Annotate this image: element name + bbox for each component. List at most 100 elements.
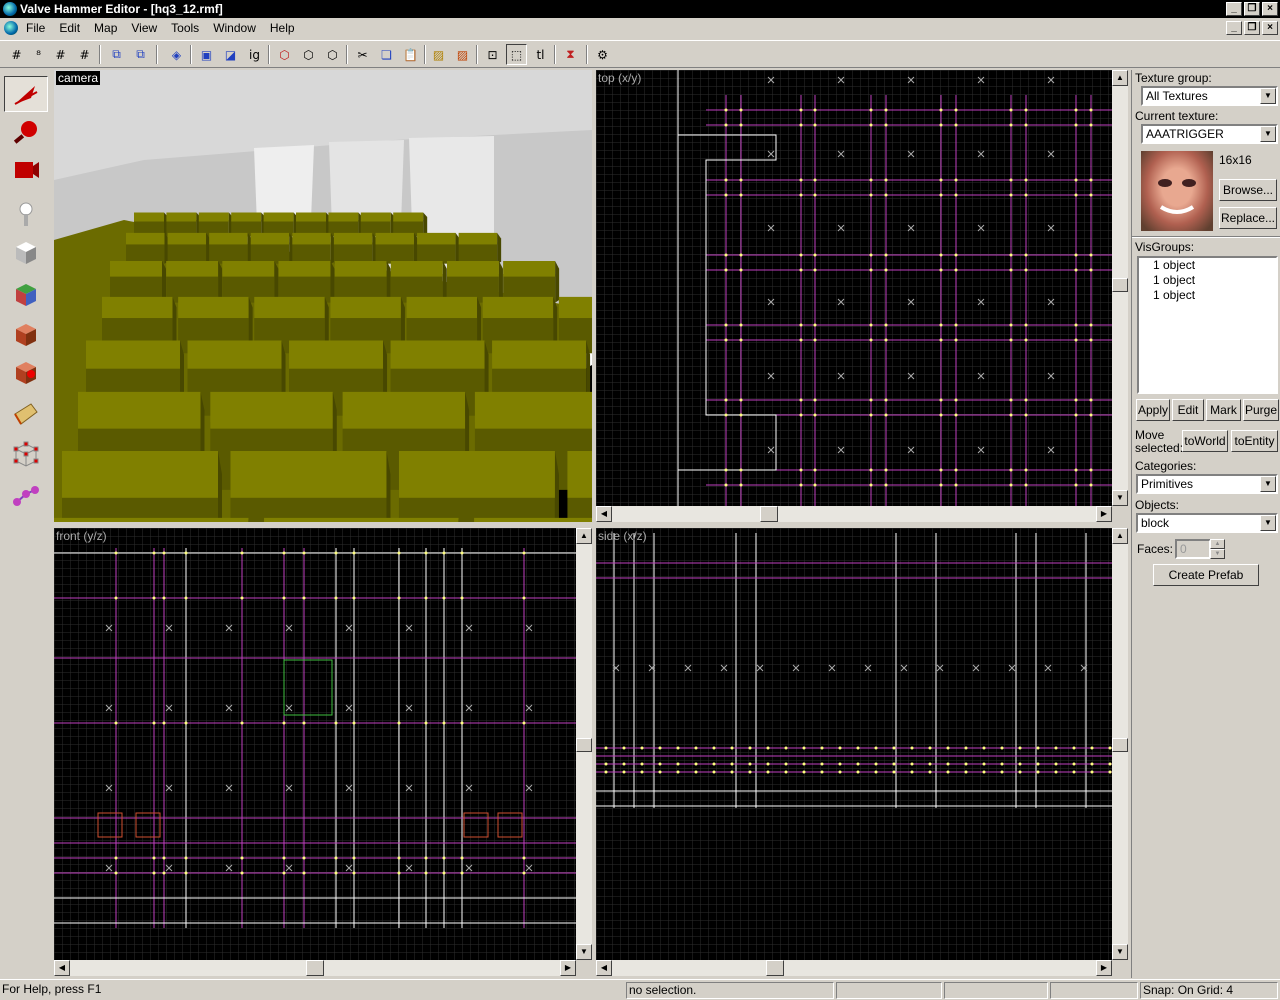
visgroups-list[interactable]: 1 object 1 object 1 object [1137, 256, 1278, 394]
selection-tool-icon[interactable] [4, 76, 48, 112]
minimize-icon[interactable]: _ [1226, 2, 1242, 16]
doc-restore-icon[interactable]: ❐ [1244, 21, 1260, 35]
scroll-thumb[interactable] [576, 738, 592, 752]
menu-file[interactable]: File [26, 21, 45, 35]
magnify-tool-icon[interactable] [4, 114, 48, 150]
document-icon[interactable] [4, 21, 18, 35]
current-texture-select[interactable]: AAATRIGGER ▼ [1141, 124, 1278, 144]
close-icon[interactable]: × [1262, 2, 1278, 16]
carve-icon[interactable]: ▣ [196, 44, 217, 65]
menu-help[interactable]: Help [270, 21, 295, 35]
doc-close-icon[interactable]: × [1262, 21, 1278, 35]
texture-app-tool-icon[interactable] [4, 276, 48, 312]
front-vscrollbar[interactable]: ▲ ▼ [576, 528, 592, 960]
camera-viewport[interactable]: camera [54, 70, 592, 522]
grid-small-icon[interactable]: # [50, 44, 71, 65]
group-icon[interactable]: ⧉ [106, 44, 127, 65]
scroll-thumb[interactable] [1112, 738, 1128, 752]
texture-app-icon[interactable]: ▨ [452, 44, 473, 65]
hide-icon[interactable]: ◈ [166, 44, 187, 65]
front-hscrollbar[interactable]: ◀ ▶ [54, 960, 576, 976]
hollow-icon[interactable]: ◪ [220, 44, 241, 65]
select-by-handle-icon[interactable]: ⬚ [506, 44, 527, 65]
toggle-texture-lock-icon[interactable]: tl [530, 44, 551, 65]
scroll-right-icon[interactable]: ▶ [1096, 960, 1112, 976]
menu-edit[interactable]: Edit [59, 21, 80, 35]
scroll-up-icon[interactable]: ▲ [1112, 70, 1128, 86]
texture-lock-icon[interactable]: ⬡ [274, 44, 295, 65]
run-map-icon[interactable]: ⧗ [560, 44, 581, 65]
replace-button[interactable]: Replace... [1219, 207, 1277, 229]
scroll-down-icon[interactable]: ▼ [576, 944, 592, 960]
show-all-icon[interactable]: ig [244, 44, 265, 65]
grid-large-icon[interactable]: # [74, 44, 95, 65]
apply-button[interactable]: Apply [1136, 399, 1170, 421]
top-viewport[interactable]: top (x/y) [596, 70, 1112, 506]
clipping-tool-icon[interactable] [4, 396, 48, 432]
categories-select[interactable]: Primitives ▼ [1136, 474, 1278, 494]
side-vscrollbar[interactable]: ▲ ▼ [1112, 528, 1128, 960]
side-hscrollbar[interactable]: ◀ ▶ [596, 960, 1112, 976]
spin-down-icon[interactable]: ▼ [1210, 549, 1225, 559]
scroll-thumb[interactable] [760, 506, 778, 522]
vertex-tool-icon[interactable] [4, 436, 48, 472]
to-world-button[interactable]: toWorld [1182, 430, 1228, 452]
grid-toggle-icon[interactable]: # [6, 44, 27, 65]
edit-button[interactable]: Edit [1172, 399, 1204, 421]
create-prefab-button[interactable]: Create Prefab [1153, 564, 1259, 586]
menu-tools[interactable]: Tools [171, 21, 199, 35]
faces-spinner[interactable]: ▲ ▼ [1210, 539, 1225, 559]
scroll-thumb[interactable] [306, 960, 324, 976]
select-all-icon[interactable]: ⊡ [482, 44, 503, 65]
browse-button[interactable]: Browse... [1219, 179, 1277, 201]
scroll-down-icon[interactable]: ▼ [1112, 944, 1128, 960]
menu-map[interactable]: Map [94, 21, 117, 35]
faces-input[interactable]: 0 [1175, 539, 1211, 559]
top-hscrollbar[interactable]: ◀ ▶ [596, 506, 1112, 522]
camera-tool-icon[interactable] [4, 152, 48, 188]
scroll-left-icon[interactable]: ◀ [596, 960, 612, 976]
doc-minimize-icon[interactable]: _ [1226, 21, 1242, 35]
copy-icon[interactable]: ❏ [376, 44, 397, 65]
scroll-thumb[interactable] [766, 960, 784, 976]
restore-icon[interactable]: ❐ [1244, 2, 1260, 16]
visgroup-item[interactable]: 1 object [1139, 273, 1276, 288]
purge-button[interactable]: Purge [1243, 399, 1279, 421]
copy-brush-icon[interactable]: ⬡ [298, 44, 319, 65]
scroll-thumb[interactable] [1112, 278, 1128, 292]
scroll-left-icon[interactable]: ◀ [54, 960, 70, 976]
visgroup-item[interactable]: 1 object [1139, 288, 1276, 303]
chevron-down-icon[interactable]: ▼ [1260, 88, 1276, 104]
front-viewport[interactable]: front (y/z) [54, 528, 576, 960]
scroll-up-icon[interactable]: ▲ [576, 528, 592, 544]
3d-grid-icon[interactable]: ⁸ [28, 44, 49, 65]
visgroup-item[interactable]: 1 object [1139, 258, 1276, 273]
menu-view[interactable]: View [131, 21, 157, 35]
paste-brush-icon[interactable]: ⬡ [322, 44, 343, 65]
spin-up-icon[interactable]: ▲ [1210, 539, 1225, 549]
mark-button[interactable]: Mark [1206, 399, 1241, 421]
ungroup-icon[interactable]: ⧉ [130, 44, 151, 65]
texture-group-select[interactable]: All Textures ▼ [1141, 86, 1278, 106]
chevron-down-icon[interactable]: ▼ [1260, 126, 1276, 142]
objects-select[interactable]: block ▼ [1136, 513, 1278, 533]
entity-tool-icon[interactable] [4, 196, 48, 232]
scroll-left-icon[interactable]: ◀ [596, 506, 612, 522]
chevron-down-icon[interactable]: ▼ [1260, 515, 1276, 531]
path-tool-icon[interactable] [4, 478, 48, 514]
menu-window[interactable]: Window [213, 21, 256, 35]
apply-texture-tool-icon[interactable] [4, 316, 48, 352]
paste-icon[interactable]: 📋 [400, 44, 421, 65]
scroll-down-icon[interactable]: ▼ [1112, 490, 1128, 506]
decal-tool-icon[interactable] [4, 354, 48, 390]
cut-icon[interactable]: ✂ [352, 44, 373, 65]
to-entity-button[interactable]: toEntity [1231, 430, 1278, 452]
scroll-right-icon[interactable]: ▶ [560, 960, 576, 976]
top-vscrollbar[interactable]: ▲ ▼ [1112, 70, 1128, 506]
block-tool-icon[interactable] [4, 234, 48, 270]
side-viewport[interactable]: side (x/z) [596, 528, 1112, 960]
scroll-right-icon[interactable]: ▶ [1096, 506, 1112, 522]
decal-icon[interactable]: ▨ [428, 44, 449, 65]
entity-report-icon[interactable]: ⚙ [592, 44, 613, 65]
chevron-down-icon[interactable]: ▼ [1260, 476, 1276, 492]
